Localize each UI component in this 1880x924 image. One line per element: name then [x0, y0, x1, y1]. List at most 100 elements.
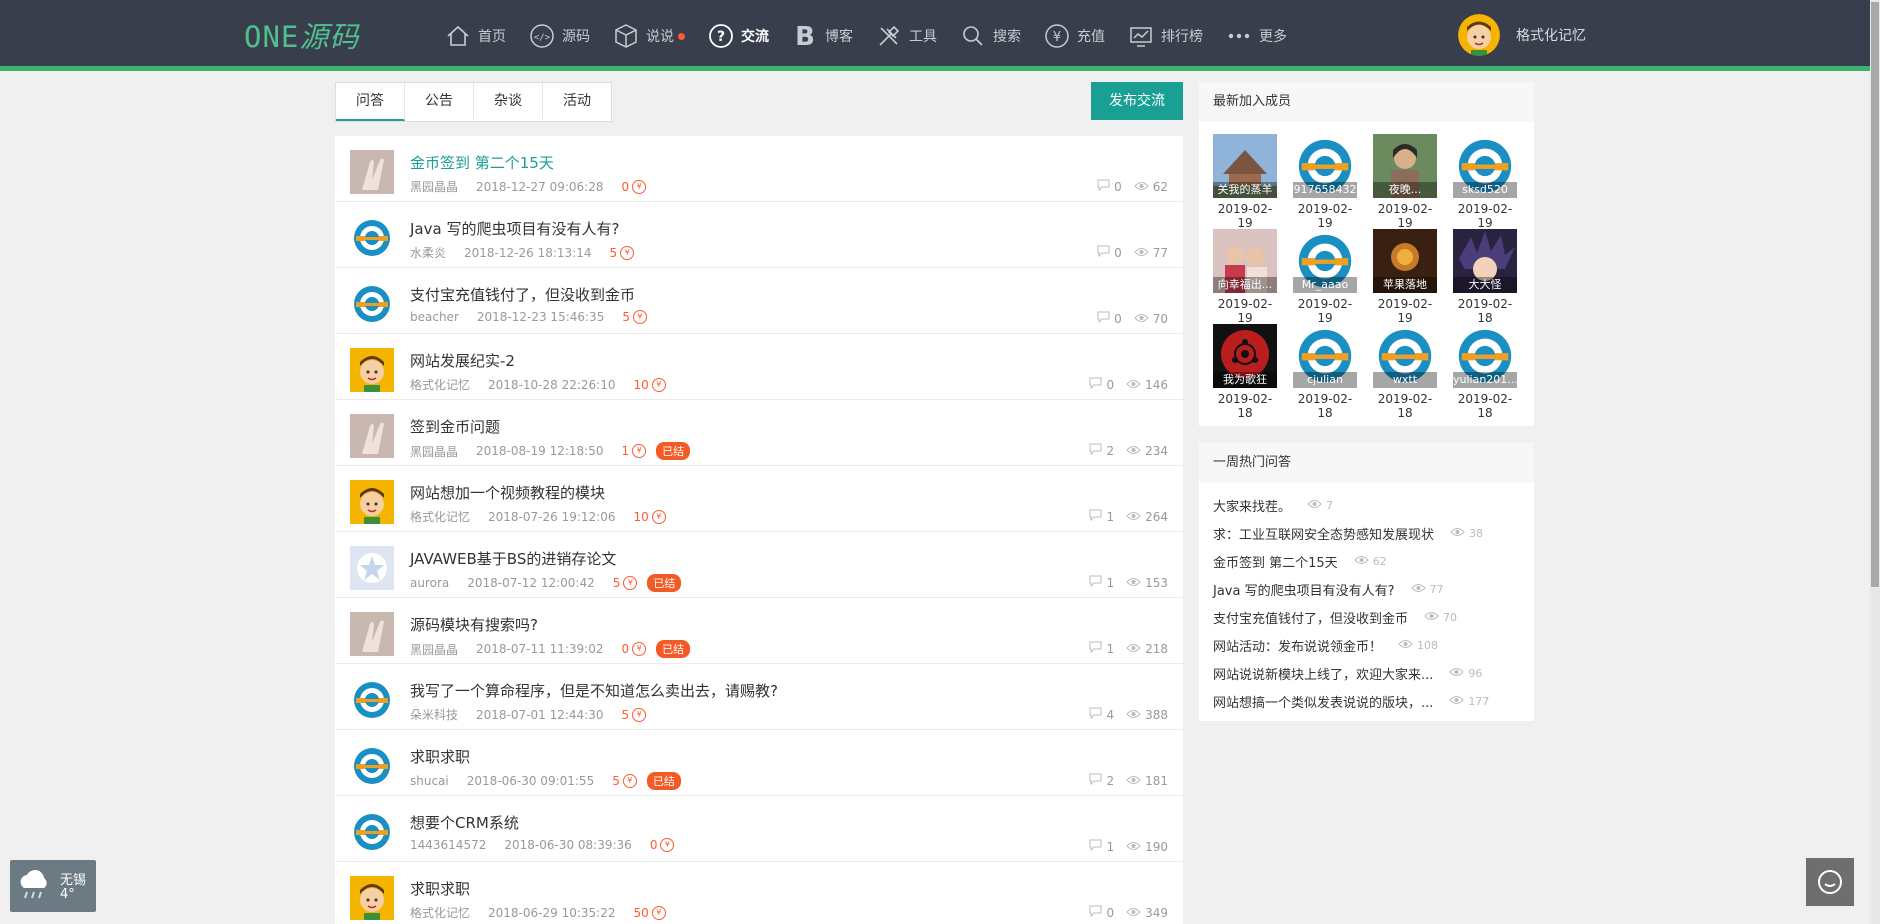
member-name[interactable]: cjulian: [1293, 372, 1357, 388]
member-card[interactable]: 夜晚... 2019-02-19: [1373, 134, 1453, 230]
post-avatar[interactable]: [350, 480, 394, 524]
post-author[interactable]: beacher: [410, 310, 459, 324]
post-row[interactable]: Java 写的爬虫项目有没有人有? 水柔炎 2018-12-26 18:13:14 5…: [335, 202, 1183, 268]
member-card[interactable]: 向幸福出... 2019-02-19: [1213, 229, 1293, 325]
nav-item-1[interactable]: </> 源码: [528, 18, 590, 54]
post-row[interactable]: 支付宝充值钱付了，但没收到金币 beacher 2018-12-23 15:46:3…: [335, 268, 1183, 334]
member-avatar[interactable]: 我为歌狂: [1213, 324, 1277, 388]
nav-item-9[interactable]: 更多: [1225, 18, 1287, 54]
post-avatar[interactable]: [350, 216, 394, 260]
member-avatar[interactable]: cjulian: [1293, 324, 1357, 388]
nav-item-7[interactable]: ¥ 充值: [1043, 18, 1105, 54]
hot-question-item[interactable]: 支付宝充值钱付了，但没收到金币 70: [1213, 603, 1520, 631]
tab-1[interactable]: 公告: [405, 83, 474, 119]
nav-item-0[interactable]: 首页: [444, 18, 506, 54]
chat-button[interactable]: [1806, 858, 1854, 906]
post-row[interactable]: 源码模块有搜索吗? 黑园晶晶 2018-07-11 11:39:02 0 ¥ 已结 1 218: [335, 598, 1183, 664]
post-avatar[interactable]: [350, 678, 394, 722]
member-name[interactable]: yulian201...: [1453, 372, 1517, 388]
member-avatar[interactable]: sksd520: [1453, 134, 1517, 198]
post-title-link[interactable]: 想要个CRM系统: [410, 812, 519, 833]
member-name[interactable]: 夜晚...: [1373, 182, 1437, 198]
post-title-link[interactable]: 我写了一个算命程序，但是不知道怎么卖出去，请赐教?: [410, 680, 778, 701]
post-title-link[interactable]: 支付宝充值钱付了，但没收到金币: [410, 284, 635, 305]
site-logo[interactable]: ONE源码: [244, 14, 359, 56]
post-author[interactable]: 黑园晶晶: [410, 641, 458, 658]
post-title-link[interactable]: 求职求职: [410, 878, 470, 899]
post-avatar[interactable]: [350, 150, 394, 194]
post-author[interactable]: 水柔炎: [410, 244, 446, 261]
tab-2[interactable]: 杂谈: [474, 83, 543, 119]
post-author[interactable]: 黑园晶晶: [410, 178, 458, 195]
member-name[interactable]: 关我的蒸羊: [1213, 182, 1277, 198]
post-author[interactable]: aurora: [410, 576, 449, 590]
post-avatar[interactable]: [350, 876, 394, 920]
hot-question-title[interactable]: 金币签到 第二个15天: [1213, 552, 1338, 571]
member-avatar[interactable]: Mr_aaao: [1293, 229, 1357, 293]
user-menu[interactable]: 格式化记忆: [1458, 14, 1586, 56]
member-avatar[interactable]: yulian201...: [1453, 324, 1517, 388]
nav-item-3[interactable]: ? 交流: [707, 18, 769, 54]
publish-button[interactable]: 发布交流: [1091, 82, 1183, 120]
post-avatar[interactable]: [350, 810, 394, 854]
post-row[interactable]: 求职求职 格式化记忆 2018-06-29 10:35:22 50 ¥0 349: [335, 862, 1183, 924]
hot-question-title[interactable]: 网站活动：发布说说领金币！: [1213, 636, 1382, 655]
member-card[interactable]: yulian201... 2019-02-18: [1453, 324, 1533, 420]
nav-item-4[interactable]: B 博客: [791, 18, 853, 54]
member-name[interactable]: 我为歌狂: [1213, 372, 1277, 388]
member-avatar[interactable]: 917658432: [1293, 134, 1357, 198]
hot-question-title[interactable]: 网站说说新模块上线了，欢迎大家来...: [1213, 664, 1433, 683]
member-card[interactable]: wxtt 2019-02-18: [1373, 324, 1453, 420]
post-avatar[interactable]: [350, 744, 394, 788]
tab-0[interactable]: 问答: [336, 83, 405, 121]
user-name[interactable]: 格式化记忆: [1516, 25, 1586, 45]
hot-question-title[interactable]: Java 写的爬虫项目有没有人有?: [1213, 580, 1395, 599]
hot-question-title[interactable]: 网站想搞一个类似发表说说的版块，...: [1213, 692, 1433, 711]
member-card[interactable]: 我为歌狂 2019-02-18: [1213, 324, 1293, 420]
hot-question-title[interactable]: 支付宝充值钱付了，但没收到金币: [1213, 608, 1408, 627]
member-name[interactable]: 917658432: [1293, 182, 1357, 198]
member-avatar[interactable]: 大大怪: [1453, 229, 1517, 293]
member-name[interactable]: wxtt: [1373, 372, 1437, 388]
hot-question-item[interactable]: Java 写的爬虫项目有没有人有? 77: [1213, 575, 1520, 603]
post-title-link[interactable]: JAVAWEB基于BS的进销存论文: [410, 548, 616, 569]
post-author[interactable]: 格式化记忆: [410, 904, 470, 921]
post-row[interactable]: 我写了一个算命程序，但是不知道怎么卖出去，请赐教? 朵米科技 2018-07-01 …: [335, 664, 1183, 730]
post-author[interactable]: shucai: [410, 774, 449, 788]
member-avatar[interactable]: 苹果落地: [1373, 229, 1437, 293]
weather-widget[interactable]: 无锡 4°: [10, 860, 96, 912]
nav-item-6[interactable]: 搜索: [959, 18, 1021, 54]
post-author[interactable]: 黑园晶晶: [410, 443, 458, 460]
hot-question-item[interactable]: 网站说说新模块上线了，欢迎大家来... 96: [1213, 659, 1520, 687]
nav-item-8[interactable]: 排行榜: [1127, 18, 1203, 54]
member-name[interactable]: Mr_aaao: [1293, 277, 1357, 293]
post-title-link[interactable]: 网站发展纪实-2: [410, 350, 515, 371]
member-card[interactable]: Mr_aaao 2019-02-19: [1293, 229, 1373, 325]
hot-question-title[interactable]: 求：工业互联网安全态势感知发展现状: [1213, 524, 1434, 543]
member-card[interactable]: cjulian 2019-02-18: [1293, 324, 1373, 420]
member-card[interactable]: 关我的蒸羊 2019-02-19: [1213, 134, 1293, 230]
member-name[interactable]: 向幸福出...: [1213, 277, 1277, 293]
post-row[interactable]: 金币签到 第二个15天 黑园晶晶 2018-12-27 09:06:28 0 ¥0 62: [335, 136, 1183, 202]
post-avatar[interactable]: [350, 348, 394, 392]
post-title-link[interactable]: 金币签到 第二个15天: [410, 152, 554, 173]
hot-question-item[interactable]: 求：工业互联网安全态势感知发展现状 38: [1213, 519, 1520, 547]
post-row[interactable]: 网站想加一个视频教程的模块 格式化记忆 2018-07-26 19:12:06 10 ¥…: [335, 466, 1183, 532]
page-scrollbar[interactable]: [1870, 0, 1880, 924]
post-row[interactable]: 求职求职 shucai 2018-06-30 09:01:55 5 ¥ 已结 2 181: [335, 730, 1183, 796]
post-avatar[interactable]: [350, 612, 394, 656]
post-row[interactable]: JAVAWEB基于BS的进销存论文 aurora 2018-07-12 12:00:…: [335, 532, 1183, 598]
post-row[interactable]: 想要个CRM系统 1443614572 2018-06-30 08:39:36 0 ¥1…: [335, 796, 1183, 862]
member-card[interactable]: 大大怪 2019-02-18: [1453, 229, 1533, 325]
nav-item-5[interactable]: 工具: [875, 18, 937, 54]
member-card[interactable]: 苹果落地 2019-02-19: [1373, 229, 1453, 325]
post-avatar[interactable]: [350, 282, 394, 326]
post-author[interactable]: 格式化记忆: [410, 508, 470, 525]
member-avatar[interactable]: 夜晚...: [1373, 134, 1437, 198]
nav-item-2[interactable]: 说说: [612, 18, 685, 54]
hot-question-item[interactable]: 网站活动：发布说说领金币！ 108: [1213, 631, 1520, 659]
member-name[interactable]: 苹果落地: [1373, 277, 1437, 293]
post-title-link[interactable]: 网站想加一个视频教程的模块: [410, 482, 605, 503]
member-card[interactable]: 917658432 2019-02-19: [1293, 134, 1373, 230]
member-avatar[interactable]: 关我的蒸羊: [1213, 134, 1277, 198]
